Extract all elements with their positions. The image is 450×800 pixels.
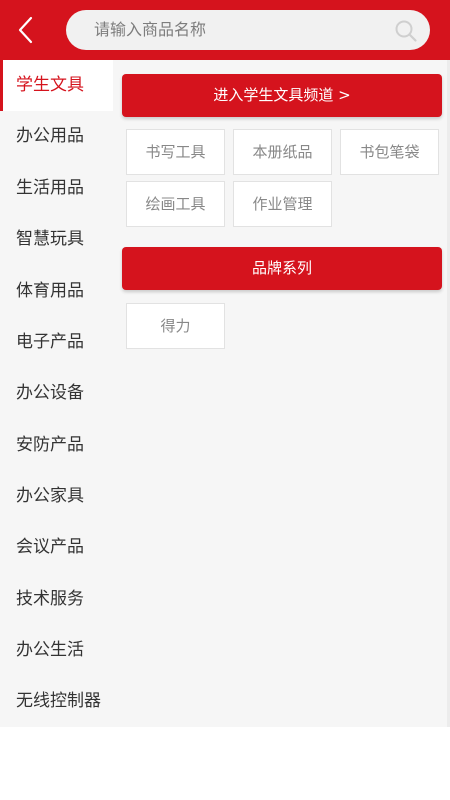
sidebar-item-meeting[interactable]: 会议产品	[0, 522, 113, 573]
sidebar-item-tech-service[interactable]: 技术服务	[0, 574, 113, 625]
search-input[interactable]: 请输入商品名称	[66, 10, 430, 50]
category-sidebar: 学生文具 办公用品 生活用品 智慧玩具 体育用品 电子产品 办公设备 安防产品 …	[0, 60, 113, 727]
subcategory-tag[interactable]: 书包笔袋	[340, 129, 439, 175]
sidebar-item-wireless-controller[interactable]: 无线控制器	[0, 676, 113, 727]
subcategory-tag[interactable]: 书写工具	[126, 129, 225, 175]
sidebar-item-security[interactable]: 安防产品	[0, 420, 113, 471]
search-icon[interactable]	[394, 19, 418, 43]
category-content: 进入学生文具频道 > 书写工具 本册纸品 书包笔袋 绘画工具 作业管理 品牌系列…	[113, 60, 450, 727]
back-button[interactable]	[12, 14, 42, 46]
brand-series-header[interactable]: 品牌系列	[122, 247, 442, 290]
subcategory-tag[interactable]: 作业管理	[233, 181, 332, 227]
sidebar-item-office-equipment[interactable]: 办公设备	[0, 368, 113, 419]
sidebar-item-office-supplies[interactable]: 办公用品	[0, 111, 113, 162]
sidebar-item-sports[interactable]: 体育用品	[0, 266, 113, 317]
sidebar-item-electronics[interactable]: 电子产品	[0, 317, 113, 368]
brand-tag[interactable]: 得力	[126, 303, 225, 349]
search-placeholder: 请输入商品名称	[94, 20, 207, 39]
sidebar-item-stationery[interactable]: 学生文具	[0, 60, 113, 111]
subcategory-tag[interactable]: 绘画工具	[126, 181, 225, 227]
sidebar-item-office-furniture[interactable]: 办公家具	[0, 471, 113, 522]
chevron-left-icon	[18, 16, 33, 44]
sidebar-item-office-life[interactable]: 办公生活	[0, 625, 113, 676]
enter-channel-button[interactable]: 进入学生文具频道 >	[122, 74, 442, 117]
subcategory-tag[interactable]: 本册纸品	[233, 129, 332, 175]
top-bar: 请输入商品名称	[0, 0, 450, 60]
sidebar-item-smart-toys[interactable]: 智慧玩具	[0, 214, 113, 265]
sidebar-item-daily-goods[interactable]: 生活用品	[0, 163, 113, 214]
